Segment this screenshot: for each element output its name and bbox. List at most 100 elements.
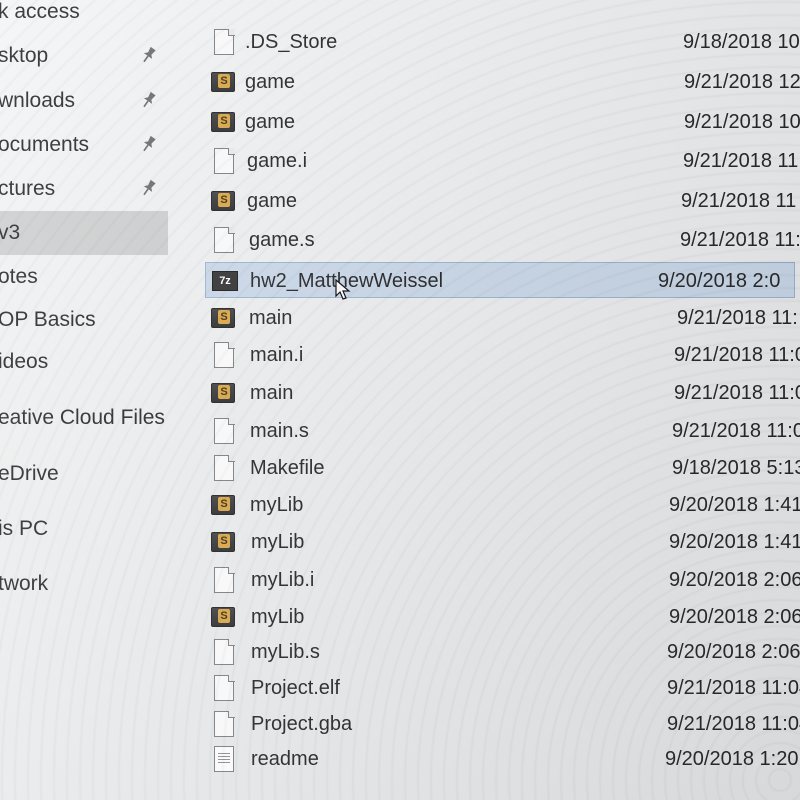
sidebar-item-label: is PC [0,517,49,540]
date-modified: 9/20/2018 2:0 [658,270,781,292]
date-modified: 9/20/2018 2:06 [669,569,800,591]
blank-file-icon [211,566,237,594]
sidebar-item[interactable]: wnloads [0,79,168,123]
date-modified: 9/21/2018 11 [681,190,797,212]
blank-file-icon [211,417,237,445]
s-app-icon: S [211,187,237,215]
file-row[interactable]: Smain 9/21/2018 11:0 [205,375,800,411]
file-name: myLib [250,494,304,516]
sidebar-item-label: k access [0,0,80,23]
file-row[interactable]: game.i 9/21/2018 11 [205,143,800,179]
sidebar-item[interactable]: OP Basics [0,298,168,342]
file-row[interactable]: Project.elf 9/21/2018 11:04 [205,670,800,706]
file-row[interactable]: myLib.i 9/20/2018 2:06 [205,562,800,598]
date-modified: 9/21/2018 11: [680,229,800,251]
navigation-pane: k access sktop wnloads ocuments ctures v3 otes… [0,0,190,800]
blank-file-icon [211,226,237,254]
file-name: game [247,190,298,212]
file-name: main.i [250,344,304,366]
sidebar-item[interactable]: eative Cloud Files [0,396,168,440]
file-name: readme [251,748,319,770]
file-row[interactable]: Makefile 9/18/2018 5:13 [205,450,800,486]
date-modified: 9/20/2018 2:06 [669,606,800,628]
sidebar-item[interactable]: ideos [0,340,168,384]
sidebar-item[interactable]: ocuments [0,123,168,167]
sidebar-item-label: twork [0,572,49,595]
file-name: main [250,382,294,404]
date-modified: 9/18/2018 5:13 [672,457,800,479]
date-modified: 9/21/2018 12 [684,71,800,93]
file-explorer-window: k access sktop wnloads ocuments ctures v3 otes… [0,0,800,800]
file-name: .DS_Store [245,31,338,53]
date-modified: 9/21/2018 11:04 [667,677,800,699]
file-name: myLib.s [251,641,320,663]
s-app-icon: S [211,304,237,332]
pin-icon[interactable] [133,41,162,70]
date-modified: 9/18/2018 10 [683,31,800,53]
s-app-icon: S [211,68,237,96]
file-row[interactable]: main.i 9/21/2018 11:0 [205,337,800,373]
file-name: myLib [251,606,305,628]
file-name: Project.elf [251,677,340,699]
date-modified: 9/20/2018 2:06 [667,641,800,663]
file-name: Makefile [250,457,325,479]
blank-file-icon [211,341,237,369]
file-name: main [249,307,293,329]
date-modified: 9/21/2018 11:0 [672,420,800,442]
file-row[interactable]: Sgame 9/21/2018 11 [205,183,800,219]
blank-file-icon [211,454,237,482]
date-modified: 9/21/2018 11:0 [674,382,800,404]
sidebar-item[interactable]: k access [0,0,168,34]
file-name: game [245,111,296,133]
file-name: game.s [249,229,315,251]
file-row[interactable]: SmyLib 9/20/2018 1:41 [205,487,800,523]
sidebar-item-label: OP Basics [0,308,96,331]
sidebar-item-label: eDrive [0,462,59,485]
date-modified: 9/21/2018 10 [684,111,800,133]
file-name: myLib [251,531,305,553]
sidebar-item-label: sktop [0,44,49,67]
file-row[interactable]: SmyLib 9/20/2018 1:41 [205,524,800,560]
file-row[interactable]: readme 9/20/2018 1:20 A [205,741,800,777]
date-modified: 9/20/2018 1:41 [669,494,800,516]
file-row[interactable]: SmyLib 9/20/2018 2:06 [205,599,800,635]
mouse-cursor-icon [335,279,351,300]
pin-icon[interactable] [133,174,162,203]
file-row[interactable]: myLib.s 9/20/2018 2:06 [205,634,800,670]
file-row[interactable]: Smain 9/21/2018 11: [205,300,800,336]
s-app-icon: S [211,528,237,556]
file-name: myLib.i [251,569,315,591]
sidebar-item-label: otes [0,265,38,288]
sidebar-item-label: ocuments [0,133,90,156]
file-name: game [245,71,296,93]
file-name: Project.gba [251,713,353,735]
sidebar-item[interactable]: is PC [0,507,168,551]
blank-file-icon [211,710,237,738]
text-document-icon [211,745,237,773]
file-name: game.i [247,150,308,172]
sidebar-item[interactable]: eDrive [0,452,168,496]
file-row[interactable]: Project.gba 9/21/2018 11:04 [205,706,800,742]
s-app-icon: S [211,603,237,631]
date-modified: 9/21/2018 11:04 [667,713,800,735]
file-row[interactable]: game.s 9/21/2018 11: [205,222,800,258]
s-app-icon: S [211,108,237,136]
blank-file-icon [211,147,237,175]
blank-file-icon [211,674,237,702]
s-app-icon: S [211,491,237,519]
file-row[interactable]: .DS_Store 9/18/2018 10 [205,24,800,60]
file-row[interactable]: 7z hw2_MatthewWeissel 9/20/2018 2:0 [205,262,795,298]
date-modified: 9/20/2018 1:20 A [665,748,800,770]
sidebar-item[interactable]: twork [0,562,168,606]
date-modified: 9/21/2018 11: [677,307,798,329]
file-row[interactable]: main.s 9/21/2018 11:0 [205,413,800,449]
pin-icon[interactable] [133,86,162,115]
sidebar-item[interactable]: sktop [0,34,168,78]
file-row[interactable]: Sgame 9/21/2018 10 [205,104,800,140]
pin-icon[interactable] [133,130,162,159]
sidebar-item[interactable]: ctures [0,167,168,211]
file-row[interactable]: Sgame 9/21/2018 12 [205,64,800,100]
sidebar-item[interactable]: v3 [0,211,168,255]
sidebar-item[interactable]: otes [0,255,168,299]
sidebar-item-label: wnloads [0,89,76,112]
